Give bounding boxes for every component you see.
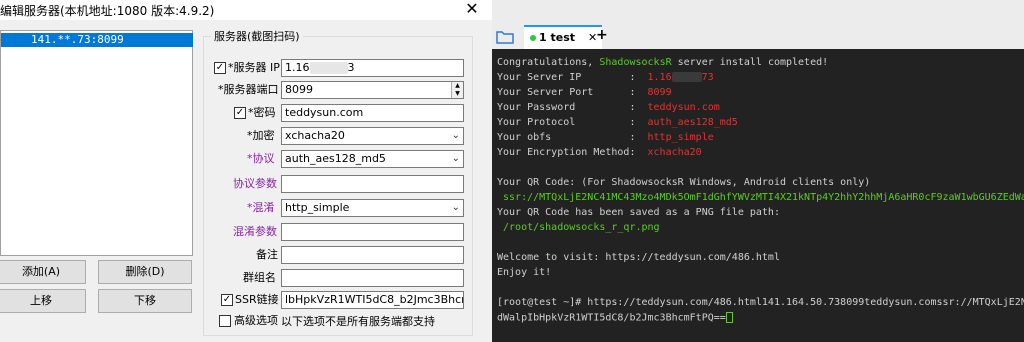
password-checkbox[interactable]: ✓ <box>234 107 246 119</box>
remark-label: 备注 <box>256 248 278 261</box>
terminal-line: Your Password : teddysun.com <box>497 102 720 113</box>
terminal-line: Your Protocol : auth_aes128_md5 <box>497 117 738 128</box>
obfs-param-input[interactable] <box>281 223 464 241</box>
protocol-param-label: 协议参数 <box>233 177 277 190</box>
redaction-block <box>671 72 702 82</box>
list-item[interactable]: 141.**.73:8099 <box>1 33 193 47</box>
server-ip-value-prefix: 1.16 <box>285 61 310 74</box>
group-name-label: 群组名 <box>243 271 276 284</box>
terminal-line: /root/shadowsocks_r_qr.png <box>497 222 660 233</box>
terminal-line: Your Server Port : 8099 <box>497 87 672 98</box>
spin-arrows-icon[interactable]: ▲ ▼ <box>451 82 463 98</box>
password-label: *密码 <box>248 106 276 119</box>
close-button[interactable]: ✕ <box>452 0 492 20</box>
remark-input[interactable] <box>281 246 464 264</box>
encryption-label: *加密 <box>247 129 275 142</box>
ssr-link-label: SSR链接 <box>235 293 279 306</box>
password-input[interactable]: teddysun.com <box>281 104 464 122</box>
edit-server-dialog: 编辑服务器(本机地址:1080 版本:4.9.2) ✕ 141.**.73:80… <box>0 0 492 342</box>
protocol-label: *协议 <box>247 152 275 165</box>
terminal-line: Your QR Code has been saved as a PNG fil… <box>497 207 780 218</box>
obfs-label: *混淆 <box>247 201 275 214</box>
terminal-line: Your obfs : http_simple <box>497 132 714 143</box>
protocol-param-input[interactable] <box>281 175 464 193</box>
tab-test[interactable]: 1 test ✕ <box>524 25 602 49</box>
server-list[interactable]: 141.**.73:8099 <box>0 30 193 256</box>
chevron-down-icon: ⌄ <box>451 130 460 141</box>
tab-label: 1 test <box>539 31 576 44</box>
folder-icon[interactable] <box>496 29 514 45</box>
obfs-param-label: 混淆参数 <box>233 225 277 238</box>
move-down-button[interactable]: 下移 <box>98 289 192 313</box>
status-dot-icon <box>530 35 536 41</box>
protocol-value: auth_aes128_md5 <box>285 152 386 165</box>
server-port-label: *服务器端口 <box>218 83 279 96</box>
terminal-prompt-line: [root@test ~]# https://teddysun.com/486.… <box>497 297 1024 308</box>
server-ip-label: *服务器 IP <box>228 61 280 74</box>
advanced-options-checkbox[interactable] <box>219 315 231 327</box>
ssr-link-value: lbHpkVzR1WTI5dC8_b2Jmc3BhcmFtPQ <box>285 293 463 306</box>
obfs-value: http_simple <box>285 201 350 214</box>
terminal-line: Your Encryption Method: xchacha20 <box>497 147 702 158</box>
cursor-icon <box>725 312 733 323</box>
ssr-link-input[interactable]: lbHpkVzR1WTI5dC8_b2Jmc3BhcmFtPQ <box>281 291 464 309</box>
encryption-select[interactable]: xchacha20 ⌄ <box>281 127 464 145</box>
move-up-button[interactable]: 上移 <box>0 289 86 313</box>
encryption-value: xchacha20 <box>285 129 345 142</box>
delete-button[interactable]: 删除(D) <box>98 260 192 284</box>
server-port-value: 8099 <box>285 83 313 96</box>
server-port-stepper[interactable]: 8099 ▲ ▼ <box>281 81 464 99</box>
chevron-down-icon: ⌄ <box>451 202 460 213</box>
terminal-line: Your QR Code: (For ShadowsocksR Windows,… <box>497 177 871 188</box>
server-ip-input[interactable]: 1.16 3 <box>281 59 464 77</box>
tab-bar: 1 test ✕ + <box>492 25 1024 49</box>
redaction-block <box>309 62 348 74</box>
ssr-link-checkbox[interactable]: ✓ <box>221 294 233 306</box>
advanced-note: 以下选项不是所有服务端都支持 <box>281 315 435 328</box>
password-value: teddysun.com <box>285 106 364 119</box>
terminal-line: Your Server IP : 1.16 73 <box>497 72 714 83</box>
advanced-options-label: 高级选项 <box>234 314 278 327</box>
terminal-line: Welcome to visit: https://teddysun.com/4… <box>497 252 780 263</box>
title-bar: 编辑服务器(本机地址:1080 版本:4.9.2) ✕ <box>0 0 492 20</box>
obfs-select[interactable]: http_simple ⌄ <box>281 199 464 217</box>
window-title: 编辑服务器(本机地址:1080 版本:4.9.2) <box>0 4 215 18</box>
add-button[interactable]: 添加(A) <box>0 260 86 284</box>
group-name-input[interactable] <box>281 269 464 287</box>
terminal-line: Enjoy it! <box>497 267 552 278</box>
server-ip-value-suffix: 3 <box>347 61 355 74</box>
server-ip-checkbox[interactable]: ✓ <box>214 62 226 74</box>
terminal-output[interactable]: Congratulations, ShadowsocksR server ins… <box>492 49 1024 342</box>
terminal-window: 1 test ✕ + Congratulations, ShadowsocksR… <box>492 0 1024 342</box>
terminal-prompt-line: dWalpIbHpkVzR1WTI5dC8/b2Jmc3BhcmFtPQ== <box>497 312 733 325</box>
chevron-down-icon: ⌄ <box>451 153 460 164</box>
terminal-line: ssr://MTQxLjE2NC41MC43Mzo4MDk5OmF1dGhfYW… <box>503 192 1024 203</box>
terminal-line: Congratulations, ShadowsocksR server ins… <box>497 57 829 68</box>
new-tab-icon[interactable]: + <box>596 27 608 43</box>
group-title: 服务器(截图扫码) <box>211 28 303 44</box>
protocol-select[interactable]: auth_aes128_md5 ⌄ <box>281 150 464 168</box>
